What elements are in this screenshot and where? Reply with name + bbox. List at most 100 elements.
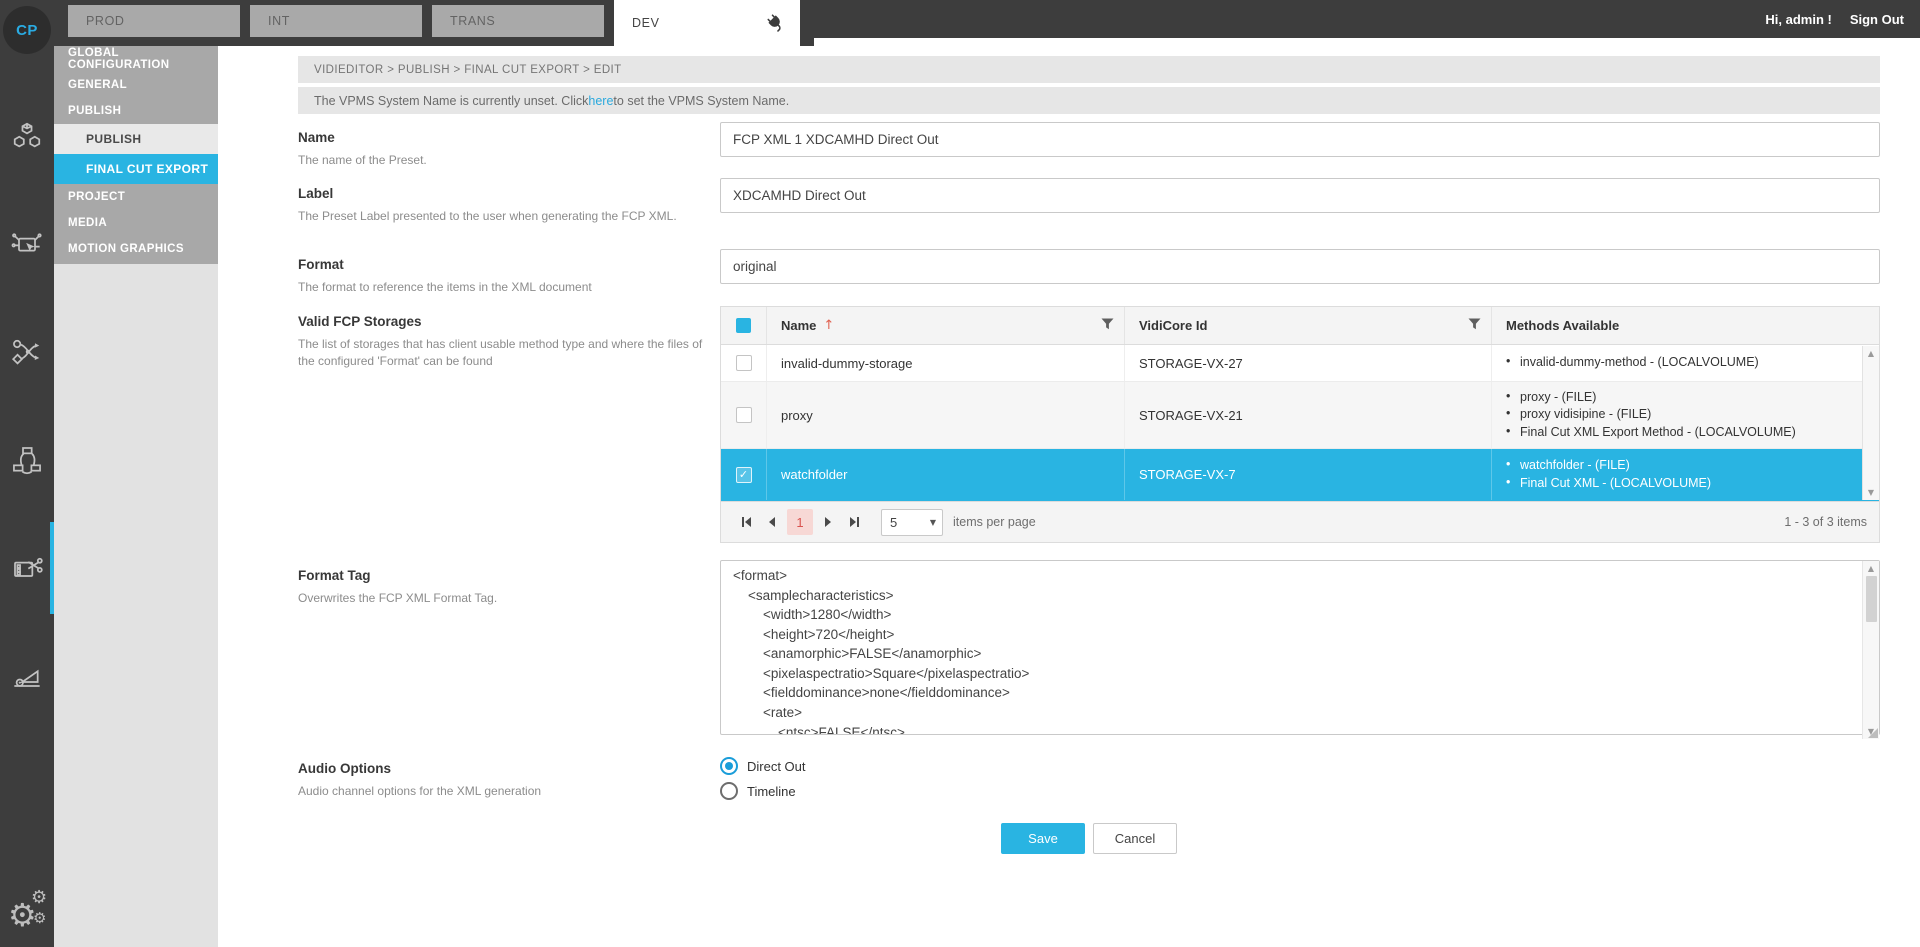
app-icon-rail: CP	[0, 0, 54, 947]
table-pager: 1 5 ▼ items per page 1 - 3 of 3 items	[721, 501, 1879, 542]
rail-item-vidieditor[interactable]	[0, 550, 54, 586]
sidebar-item-general[interactable]: GENERAL	[54, 72, 218, 98]
format-desc: The format to reference the items in the…	[298, 279, 718, 296]
current-page-button[interactable]: 1	[787, 509, 813, 535]
cubes-icon	[10, 120, 44, 152]
format-tag-desc: Overwrites the FCP XML Format Tag.	[298, 590, 718, 607]
prev-page-button[interactable]	[759, 509, 785, 535]
storages-label: Valid FCP Storages	[298, 314, 720, 329]
config-sidebar: GLOBAL CONFIGURATION GENERAL PUBLISH PUB…	[54, 38, 218, 947]
cp-logo[interactable]: CP	[3, 6, 51, 54]
first-page-button[interactable]	[733, 509, 759, 535]
label-label: Label	[298, 186, 720, 201]
label-input[interactable]	[720, 178, 1880, 213]
sign-out-link[interactable]: Sign Out	[1850, 12, 1904, 27]
sidebar-filler	[54, 264, 218, 947]
tab-dev[interactable]: DEV	[614, 0, 800, 46]
next-page-button[interactable]	[815, 509, 841, 535]
rail-item-deployment[interactable]	[0, 226, 54, 262]
table-row[interactable]: invalid-dummy-storage STORAGE-VX-27 inva…	[721, 345, 1879, 382]
select-all-checkbox[interactable]	[736, 318, 751, 333]
storages-table: Name ↑ VidiCore Id	[720, 306, 1880, 543]
sidebar-item-global-configuration[interactable]: GLOBAL CONFIGURATION	[54, 46, 218, 72]
format-tag-textarea[interactable]: <format> <samplecharacteristics> <width>…	[720, 560, 1880, 735]
column-header-name[interactable]: Name	[781, 318, 816, 333]
tab-trans[interactable]: TRANS	[432, 5, 604, 37]
column-header-methods[interactable]: Methods Available	[1506, 318, 1619, 333]
resize-grip-icon[interactable]	[1868, 728, 1878, 738]
user-box: Hi, admin ! Sign Out	[1765, 0, 1904, 38]
sort-ascending-icon: ↑	[823, 318, 834, 333]
plug-icon	[766, 13, 784, 34]
scroll-down-icon[interactable]: ▼	[1868, 488, 1874, 497]
row-checkbox-checked[interactable]: ✓	[736, 467, 752, 483]
user-greeting: Hi, admin !	[1765, 12, 1831, 27]
rail-item-workflow[interactable]	[0, 334, 54, 370]
row-checkbox[interactable]	[736, 355, 752, 371]
sidebar-item-publish[interactable]: PUBLISH	[54, 98, 218, 124]
sidebar-item-project[interactable]: PROJECT	[54, 184, 218, 210]
label-desc: The Preset Label presented to the user w…	[298, 208, 718, 225]
breadcrumb: VIDIEDITOR > PUBLISH > FINAL CUT EXPORT …	[298, 56, 1880, 83]
table-scrollbar[interactable]: ▲ ▼	[1862, 346, 1879, 500]
dropdown-arrow-icon: ▼	[924, 518, 942, 527]
scroll-up-icon[interactable]: ▲	[1868, 564, 1874, 573]
workflow-icon	[10, 336, 44, 368]
pager-summary: 1 - 3 of 3 items	[1784, 515, 1867, 529]
config-menu: GLOBAL CONFIGURATION GENERAL PUBLISH PUB…	[54, 46, 218, 264]
play-measure-icon	[10, 660, 44, 692]
rail-item-topology[interactable]	[0, 442, 54, 478]
main-area: VIDIEDITOR > PUBLISH > FINAL CUT EXPORT …	[218, 38, 1920, 947]
name-desc: The name of the Preset.	[298, 152, 718, 169]
name-row: Name The name of the Preset.	[298, 122, 1920, 178]
format-tag-label: Format Tag	[298, 568, 720, 583]
label-row: Label The Preset Label presented to the …	[298, 178, 1920, 249]
audio-options-desc: Audio channel options for the XML genera…	[298, 783, 718, 800]
table-row[interactable]: proxy STORAGE-VX-21 proxy - (FILE) proxy…	[721, 382, 1879, 449]
tab-prod[interactable]: PROD	[68, 5, 240, 37]
table-row-selected[interactable]: ✓ watchfolder STORAGE-VX-7 watchfolder -…	[721, 449, 1879, 501]
sidebar-item-final-cut-export[interactable]: FINAL CUT EXPORT	[54, 154, 218, 184]
device-control-icon	[10, 228, 44, 260]
last-page-button[interactable]	[841, 509, 867, 535]
storages-row: Valid FCP Storages The list of storages …	[298, 306, 1920, 543]
form-actions: Save Cancel	[298, 823, 1880, 854]
environment-tabs: PROD INT TRANS DEV	[54, 0, 814, 46]
format-row: Format The format to reference the items…	[298, 249, 1920, 306]
name-input[interactable]	[720, 122, 1880, 157]
cancel-button[interactable]: Cancel	[1093, 823, 1177, 854]
textarea-scrollbar[interactable]: ▲ ▼	[1862, 561, 1879, 739]
items-per-page-label: items per page	[953, 515, 1036, 529]
save-button[interactable]: Save	[1001, 823, 1085, 854]
hierarchy-icon	[10, 444, 44, 476]
rail-item-modules[interactable]	[0, 118, 54, 154]
settings-gears-icon[interactable]: ⚙ ⚙ ⚙	[0, 887, 54, 935]
page-size-select[interactable]: 5 ▼	[881, 509, 943, 536]
tab-int[interactable]: INT	[250, 5, 422, 37]
filter-icon[interactable]	[1468, 318, 1481, 333]
sidebar-item-publish-sub[interactable]: PUBLISH	[54, 124, 218, 154]
editor-scissors-icon	[10, 552, 44, 584]
sidebar-item-motion-graphics[interactable]: MOTION GRAPHICS	[54, 236, 218, 262]
sidebar-item-media[interactable]: MEDIA	[54, 210, 218, 236]
storages-desc: The list of storages that has client usa…	[298, 336, 718, 371]
column-header-vidicore-id[interactable]: VidiCore Id	[1139, 318, 1207, 333]
filter-icon[interactable]	[1101, 318, 1114, 333]
vpms-notice: The VPMS System Name is currently unset.…	[298, 87, 1880, 114]
rail-item-testing[interactable]	[0, 658, 54, 694]
storages-table-header: Name ↑ VidiCore Id	[721, 307, 1879, 345]
scroll-up-icon[interactable]: ▲	[1868, 349, 1874, 358]
row-checkbox[interactable]	[736, 407, 752, 423]
radio-button[interactable]	[720, 782, 738, 800]
vpms-notice-link[interactable]: here	[588, 94, 613, 108]
format-input[interactable]	[720, 249, 1880, 284]
radio-timeline[interactable]: Timeline	[720, 782, 1880, 800]
format-label: Format	[298, 257, 720, 272]
scrollbar-thumb[interactable]	[1866, 576, 1877, 622]
name-label: Name	[298, 130, 720, 145]
audio-options-row: Audio Options Audio channel options for …	[298, 753, 1920, 807]
format-tag-row: Format Tag Overwrites the FCP XML Format…	[298, 560, 1920, 740]
radio-button-selected[interactable]	[720, 757, 738, 775]
audio-options-label: Audio Options	[298, 761, 720, 776]
radio-direct-out[interactable]: Direct Out	[720, 757, 1880, 775]
